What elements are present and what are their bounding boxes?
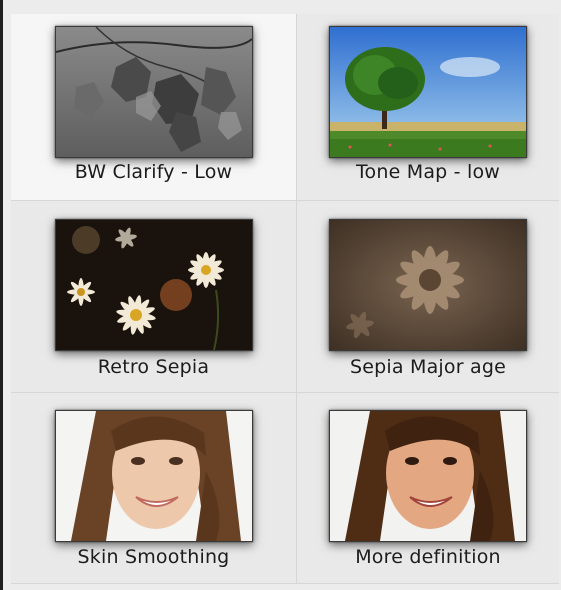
preset-thumbnail <box>54 410 253 542</box>
preset-sepia-major-age[interactable]: Sepia Major age <box>297 201 559 393</box>
preset-label: Sepia Major age <box>350 356 506 378</box>
preset-label: Retro Sepia <box>97 356 210 378</box>
daisies-image <box>55 220 252 350</box>
preset-thumbnail <box>329 410 527 542</box>
preset-grid: BW Clarify - Low Tone Map - low Retro Se… <box>11 14 559 584</box>
preset-skin-smoothing[interactable]: Skin Smoothing <box>11 393 297 584</box>
preset-label: BW Clarify - Low <box>74 161 233 183</box>
preset-label: Skin Smoothing <box>77 546 230 568</box>
preset-label: Tone Map - low <box>355 161 501 183</box>
bw-leaves-image <box>55 27 252 157</box>
smiling-woman-defined-image <box>330 411 526 541</box>
sepia-flower-image <box>330 220 526 350</box>
preset-bw-clarify-low[interactable]: BW Clarify - Low <box>11 14 297 201</box>
tree-landscape-image <box>330 27 526 157</box>
preset-label: More definition <box>355 546 501 568</box>
preset-tone-map-low[interactable]: Tone Map - low <box>297 14 559 201</box>
smiling-woman-image <box>55 411 252 541</box>
preset-thumbnail <box>329 219 527 351</box>
preset-panel: BW Clarify - Low Tone Map - low Retro Se… <box>0 0 561 590</box>
preset-thumbnail <box>54 219 253 351</box>
preset-thumbnail <box>54 26 253 158</box>
preset-retro-sepia[interactable]: Retro Sepia <box>11 201 297 393</box>
preset-more-definition[interactable]: More definition <box>297 393 559 584</box>
preset-thumbnail <box>329 26 527 158</box>
